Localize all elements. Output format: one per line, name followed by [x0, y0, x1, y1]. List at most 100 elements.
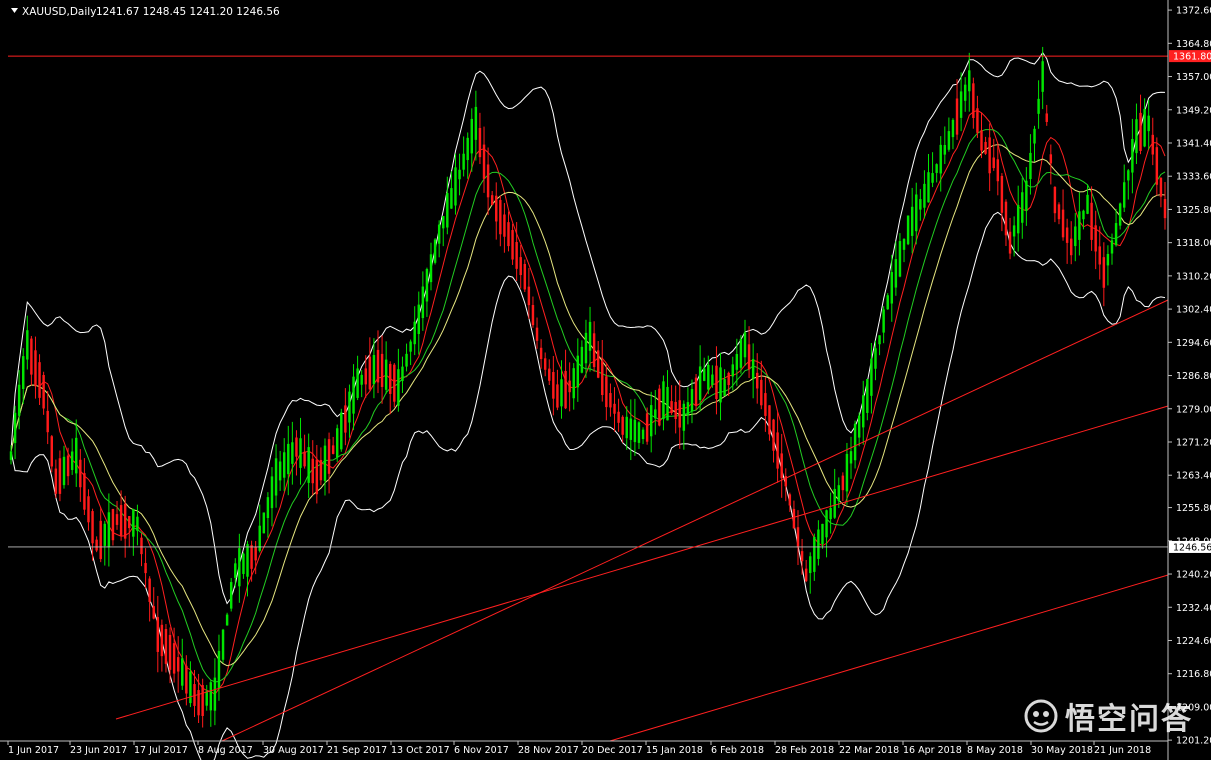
candle-body: [287, 443, 290, 475]
candle-body: [209, 682, 213, 711]
candle-body: [882, 309, 885, 333]
candle-body: [91, 511, 94, 544]
candle-body: [898, 241, 902, 277]
candle-body: [613, 403, 616, 414]
time-tick-label: 21 Jun 2018: [1094, 745, 1151, 756]
candle-body: [95, 539, 98, 551]
candle-body: [262, 512, 266, 534]
candle-body: [107, 512, 111, 548]
candle-body: [62, 456, 66, 486]
time-tick-label: 6 Nov 2017: [454, 745, 509, 756]
candle-body: [1102, 257, 1106, 288]
candle-body: [242, 553, 245, 574]
candle-body: [678, 400, 681, 428]
candle-body: [870, 358, 873, 396]
candle-body: [821, 523, 824, 545]
candle-body: [809, 556, 812, 574]
candle-body: [596, 350, 600, 378]
candle-body: [776, 432, 779, 469]
candle-body: [739, 338, 743, 368]
candle-body: [747, 344, 751, 370]
candle-body: [731, 364, 734, 377]
wukong-logo-icon: [1024, 699, 1058, 733]
time-tick-label: 16 Apr 2018: [903, 745, 962, 756]
candle-body: [915, 194, 918, 232]
candle-body: [1159, 177, 1163, 197]
candle-body: [1061, 209, 1065, 238]
price-tick-label: 1255.80: [1176, 503, 1211, 514]
candle-body: [625, 416, 628, 439]
candle-body: [698, 366, 702, 400]
candle-body: [829, 508, 832, 520]
candle-body: [1053, 186, 1057, 214]
candle-body: [466, 137, 469, 161]
candle-body: [813, 536, 816, 572]
candle-body: [963, 84, 967, 101]
candle-body: [1025, 180, 1028, 211]
candle-body: [935, 164, 938, 173]
candle-body: [295, 437, 298, 457]
candle-body: [119, 505, 123, 536]
candle-body: [662, 381, 665, 420]
candle-body: [352, 376, 355, 414]
candle-body: [919, 199, 922, 210]
candle-body: [743, 332, 747, 358]
candle-body: [181, 658, 184, 686]
candle-body: [344, 405, 347, 433]
time-tick-label: 6 Feb 2018: [711, 745, 764, 756]
candle-body: [83, 473, 86, 510]
candle-body: [992, 157, 995, 169]
candle-body: [1090, 202, 1093, 240]
candle-body: [768, 405, 771, 435]
candle-body: [46, 410, 49, 433]
candle-body: [1118, 203, 1122, 226]
candle-body: [299, 438, 302, 468]
candle-body: [246, 544, 249, 577]
candle-body: [792, 508, 796, 529]
candle-body: [609, 393, 612, 408]
candle-body: [478, 127, 482, 158]
price-tick-label: 1294.60: [1176, 338, 1211, 349]
time-tick-label: 30 Aug 2017: [263, 745, 324, 756]
candle-body: [490, 195, 494, 205]
candle-body: [849, 451, 853, 464]
time-tick-label: 13 Oct 2017: [391, 745, 450, 756]
candle-body: [1151, 134, 1154, 155]
candle-body: [225, 614, 229, 626]
candle-body: [939, 144, 942, 174]
candle-body: [531, 305, 535, 326]
candle-body: [1143, 108, 1146, 147]
candle-body: [482, 144, 486, 179]
candle-body: [841, 475, 845, 491]
candle-body: [458, 169, 461, 180]
candle-body: [654, 409, 657, 419]
price-tick-label: 1333.60: [1176, 172, 1211, 183]
candle-body: [75, 437, 78, 474]
candle-body: [26, 330, 29, 360]
candle-body: [421, 286, 425, 319]
candle-body: [128, 516, 131, 529]
candle-body: [66, 455, 70, 477]
candle-body: [515, 242, 518, 269]
watermark: 悟空问答: [1023, 694, 1193, 738]
candle-body: [621, 416, 624, 435]
candle-body: [833, 488, 836, 518]
price-tick-label: 1310.20: [1176, 271, 1211, 282]
candle-body: [511, 230, 514, 260]
candle-body: [972, 83, 975, 119]
candle-body: [282, 452, 286, 478]
candle-body: [702, 368, 706, 381]
candle-body: [315, 459, 319, 495]
candle-body: [13, 412, 17, 444]
candle-body: [417, 304, 420, 335]
candle-body: [17, 384, 21, 416]
candle-body: [1127, 170, 1130, 181]
candle-body: [425, 269, 429, 302]
candle-body: [682, 403, 686, 431]
candle-body: [331, 445, 335, 454]
candle-body: [9, 451, 13, 460]
candle-body: [38, 362, 41, 398]
candle-body: [22, 356, 25, 390]
price-chart[interactable]: 1372.60 1364.80 1357.00 1349.20 1341.40 1333.…: [0, 0, 1211, 760]
candle-body: [189, 671, 192, 704]
